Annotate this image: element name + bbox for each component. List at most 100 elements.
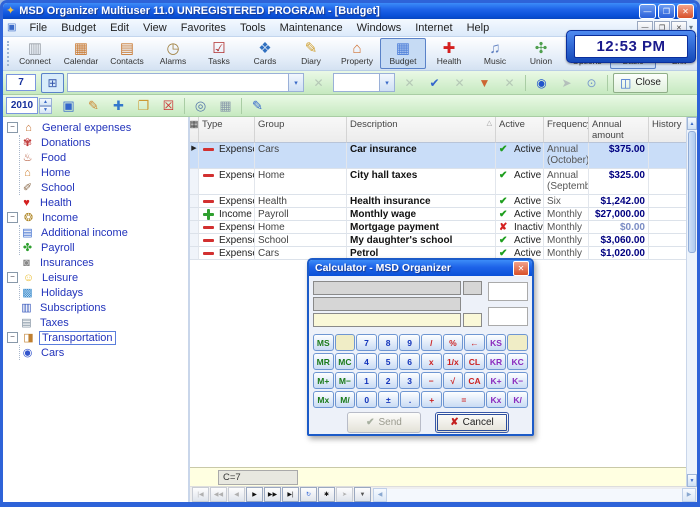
calc-key-0[interactable]: 0 [356,391,377,408]
close-view-button[interactable]: ◫ Close [613,73,668,93]
calculator-close-button[interactable]: ✕ [513,261,529,276]
tree-expander-icon[interactable]: − [7,122,18,133]
column-header-active[interactable]: Active [496,117,544,143]
calc-key-blank[interactable] [507,334,528,351]
delete-record-button[interactable]: ☒ [157,96,180,116]
year-input[interactable]: 2010 [6,97,38,114]
group-filter-combo[interactable]: ▾ [67,73,304,92]
nav-filter[interactable]: ▼ [354,487,371,502]
calc-key-m-[interactable]: M/ [335,391,356,408]
toolbar-button-alarms[interactable]: ◷Alarms [150,38,196,69]
minimize-button[interactable]: — [639,4,656,19]
toolbar-button-tasks[interactable]: ☑Tasks [196,38,242,69]
menu-edit[interactable]: Edit [103,21,136,35]
tree-item-income[interactable]: −❂Income [5,210,188,225]
scroll-up-icon[interactable]: ▲ [687,117,697,130]
calc-key-ms[interactable]: MS [313,334,334,351]
toolbar-button-budget[interactable]: ▦Budget [380,38,426,69]
calc-key--[interactable]: − [421,372,442,389]
scroll-right-icon[interactable]: ▶ [682,488,696,502]
calc-key-mc[interactable]: MC [335,353,356,370]
nav-next-page[interactable]: ▶▶ [264,487,281,502]
restore-button[interactable]: ❐ [658,4,675,19]
tree-item-holidays[interactable]: ▩Holidays [20,285,188,300]
column-header-frequency[interactable]: Frequency [544,117,589,143]
column-header-type[interactable]: Type [199,117,255,143]
tree-item-cars[interactable]: ◉Cars [20,345,188,360]
table-row[interactable]: ExpenseHealthHealth insurance✔ActiveSix … [190,195,687,208]
clear-group-filter-button[interactable]: ✕ [307,73,330,93]
table-row[interactable]: ExpenseHomeCity hall taxes✔ActiveAnnual … [190,169,687,195]
clear-type-filter-button[interactable]: ✕ [398,73,421,93]
menu-view[interactable]: View [136,21,174,35]
print-preview-button[interactable]: ◎ [189,96,212,116]
calc-key--[interactable]: + [421,391,442,408]
tree-item-payroll[interactable]: ✤Payroll [20,240,188,255]
column-header-group[interactable]: Group [255,117,347,143]
menu-help[interactable]: Help [460,21,497,35]
tree-expander-icon[interactable]: − [7,332,18,343]
tree-item-donations[interactable]: ✾Donations [20,135,188,150]
year-spinner[interactable]: ▲ ▼ [39,98,52,114]
calc-key--[interactable]: ← [464,334,485,351]
color-filter-button[interactable]: ▼ [473,73,496,93]
calc-key-ks[interactable]: KS [486,334,507,351]
clear-color-filter-button[interactable]: ✕ [498,73,521,93]
table-row[interactable]: IncomePayrollMonthly wage✔ActiveMonthly$… [190,208,687,221]
toolbar-grip[interactable] [7,41,9,66]
calc-key-kr[interactable]: KR [486,353,507,370]
nav-last[interactable]: ▶| [282,487,299,502]
tree-expander-icon[interactable]: − [7,272,18,283]
calc-key-x[interactable]: x [421,353,442,370]
toolbar-button-connect[interactable]: ▥Connect [12,38,58,69]
nav-goto[interactable]: ➤ [336,487,353,502]
vertical-scrollbar[interactable]: ▲ ▼ [686,117,697,487]
calc-key-4[interactable]: 4 [356,353,377,370]
scroll-thumb[interactable] [688,131,696,253]
calc-key-k-[interactable]: K+ [486,372,507,389]
tree-expander-icon[interactable]: − [7,212,18,223]
type-filter-combo[interactable]: ▾ [333,73,395,92]
add-record-button[interactable]: ✚ [107,96,130,116]
send-button[interactable]: ✔ Send [347,412,421,433]
close-button[interactable]: ✕ [677,4,694,19]
table-row[interactable]: ExpenseHomeMortgage payment✘InactiveMont… [190,221,687,234]
calc-key-blank[interactable] [335,334,356,351]
calc-key-mr[interactable]: MR [313,353,334,370]
calc-key-ca[interactable]: CA [464,372,485,389]
hierarchy-view-button[interactable]: ⊞ [41,73,64,93]
calc-key--[interactable]: √ [443,372,464,389]
print-button[interactable]: ▦ [214,96,237,116]
calc-key-k-[interactable]: K/ [507,391,528,408]
menu-tools[interactable]: Tools [233,21,273,35]
column-header-annual-amount[interactable]: Annual amount [589,117,649,143]
calc-key-7[interactable]: 7 [356,334,377,351]
table-row[interactable]: ▶ExpenseCarsCar insurance✔ActiveAnnual (… [190,143,687,169]
menu-maintenance[interactable]: Maintenance [273,21,350,35]
calc-input-display[interactable] [313,313,461,327]
toolbar-button-calendar[interactable]: ▦Calendar [58,38,104,69]
cancel-button[interactable]: ✘ Cancel [435,412,509,433]
search-next-button[interactable]: ➤ [555,73,578,93]
calc-key-1-x[interactable]: 1/x [443,353,464,370]
copy-record-button[interactable]: ❐ [132,96,155,116]
calc-key-k-[interactable]: K− [507,372,528,389]
calc-key--[interactable]: . [400,391,421,408]
scroll-left-icon[interactable]: ◀ [373,488,387,502]
calc-key-9[interactable]: 9 [399,334,420,351]
clear-filter-button[interactable]: ✕ [448,73,471,93]
tree-item-subscriptions[interactable]: ▥Subscriptions [5,300,188,315]
menu-budget[interactable]: Budget [54,21,103,35]
filter-check-button[interactable]: ✔ [423,73,446,93]
nav-bookmark[interactable]: ✱ [318,487,335,502]
tree-item-additional-income[interactable]: ▤Additional income [20,225,188,240]
calc-key-m-[interactable]: M− [335,372,356,389]
calc-key--[interactable]: / [421,334,442,351]
toolbar-button-diary[interactable]: ✎Diary [288,38,334,69]
nav-prior-page[interactable]: ◀◀ [210,487,227,502]
calc-key-5[interactable]: 5 [378,353,399,370]
menu-windows[interactable]: Windows [350,21,409,35]
edit-record-button[interactable]: ✎ [82,96,105,116]
view-record-button[interactable]: ▣ [57,96,80,116]
tree-item-food[interactable]: ♨Food [20,150,188,165]
